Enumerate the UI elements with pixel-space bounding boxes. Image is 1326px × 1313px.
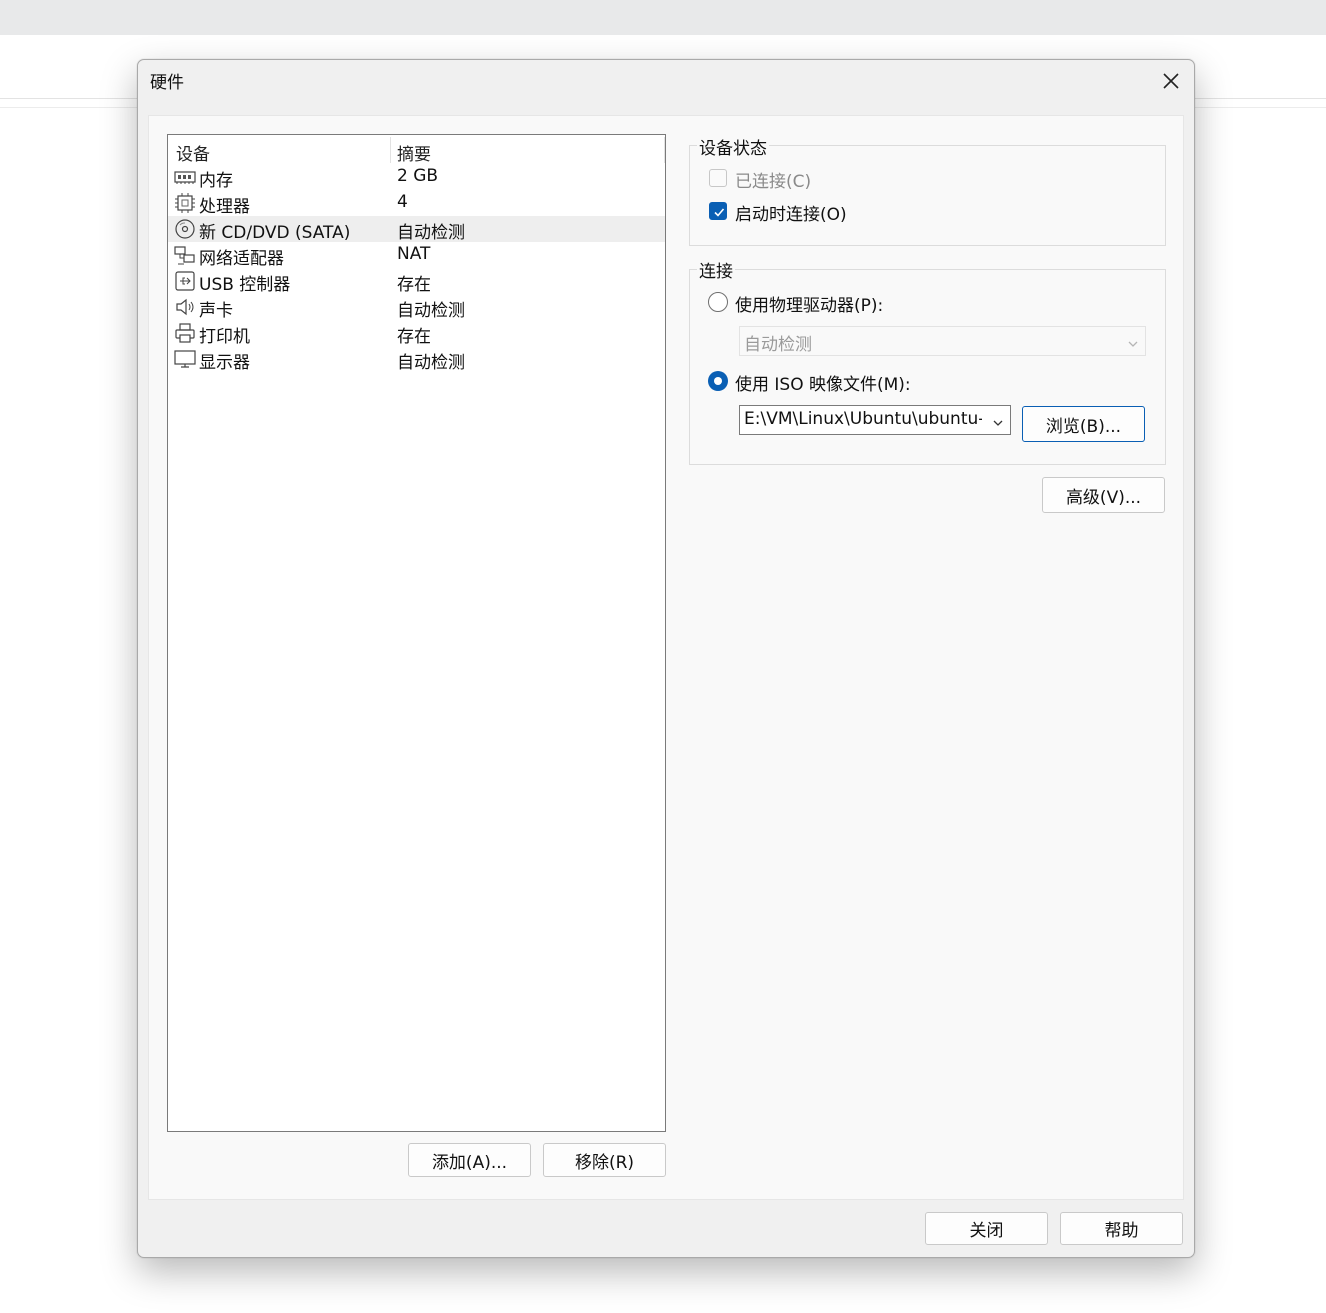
column-separator <box>390 137 391 163</box>
device-summary: 存在 <box>397 275 431 295</box>
dialog-content: 设备 摘要 内存 2 GB 处理器 4 新 CD/DVD (SATA) 自动检测… <box>148 115 1184 1200</box>
usb-icon <box>174 271 196 291</box>
browse-button[interactable]: 浏览(B)... <box>1022 406 1145 442</box>
memory-icon <box>174 167 196 187</box>
advanced-button[interactable]: 高级(V)... <box>1042 477 1165 513</box>
close-button[interactable]: 关闭 <box>925 1212 1048 1245</box>
device-row-sound-card[interactable]: 声卡 自动检测 <box>168 294 665 321</box>
iso-path-value: E:\VM\Linux\Ubuntu\ubuntu-2 <box>744 409 982 429</box>
device-name: 新 CD/DVD (SATA) <box>199 223 351 243</box>
device-name: USB 控制器 <box>199 275 291 295</box>
device-summary: 自动检测 <box>397 223 465 243</box>
device-row-display[interactable]: 显示器 自动检测 <box>168 346 665 373</box>
chevron-down-icon <box>1127 335 1139 355</box>
display-icon <box>174 349 196 369</box>
device-row-memory[interactable]: 内存 2 GB <box>168 164 665 191</box>
device-name: 内存 <box>199 171 233 191</box>
device-row-usb-controller[interactable]: USB 控制器 存在 <box>168 268 665 295</box>
iso-image-radio[interactable] <box>708 371 728 391</box>
device-row-printer[interactable]: 打印机 存在 <box>168 320 665 347</box>
remove-device-button[interactable]: 移除(R) <box>543 1143 666 1177</box>
device-name: 网络适配器 <box>199 249 284 269</box>
cd-dvd-icon <box>174 219 196 239</box>
physical-drive-label: 使用物理驱动器(P): <box>735 296 884 316</box>
dialog-title: 硬件 <box>150 73 184 93</box>
processor-icon <box>174 193 196 213</box>
device-name: 处理器 <box>199 197 250 217</box>
device-summary: 自动检测 <box>397 353 465 373</box>
iso-image-label: 使用 ISO 映像文件(M): <box>735 375 911 395</box>
close-icon[interactable] <box>1156 66 1186 96</box>
device-summary: 存在 <box>397 327 431 347</box>
help-button[interactable]: 帮助 <box>1060 1212 1183 1245</box>
device-list[interactable]: 设备 摘要 内存 2 GB 处理器 4 新 CD/DVD (SATA) 自动检测… <box>167 134 666 1132</box>
device-row-processor[interactable]: 处理器 4 <box>168 190 665 217</box>
device-row-network-adapter[interactable]: 网络适配器 NAT <box>168 242 665 269</box>
connect-at-power-on-checkbox[interactable] <box>709 202 727 220</box>
connect-at-power-on-label: 启动时连接(O) <box>735 205 847 225</box>
connected-label: 已连接(C) <box>735 172 812 192</box>
column-header-summary[interactable]: 摘要 <box>397 140 431 165</box>
device-row-cd-dvd[interactable]: 新 CD/DVD (SATA) 自动检测 <box>168 216 665 243</box>
physical-drive-dropdown: 自动检测 <box>739 326 1146 356</box>
physical-drive-value: 自动检测 <box>744 335 812 355</box>
sound-card-icon <box>174 297 196 317</box>
add-device-button[interactable]: 添加(A)... <box>408 1143 531 1177</box>
device-name: 显示器 <box>199 353 250 373</box>
column-header-device[interactable]: 设备 <box>176 140 210 165</box>
device-summary: NAT <box>397 244 431 264</box>
printer-icon <box>174 323 196 343</box>
device-status-legend: 设备状态 <box>697 134 769 159</box>
network-adapter-icon <box>174 245 196 265</box>
list-header: 设备 摘要 <box>168 135 665 165</box>
chevron-down-icon[interactable] <box>992 414 1004 434</box>
device-name: 声卡 <box>199 301 233 321</box>
device-name: 打印机 <box>199 327 250 347</box>
physical-drive-radio[interactable] <box>708 292 728 312</box>
device-summary: 4 <box>397 192 408 212</box>
hardware-dialog: 硬件 设备 摘要 内存 2 GB 处理器 4 新 CD/DVD (SATA) 自… <box>137 59 1195 1258</box>
column-separator <box>664 137 665 163</box>
background-app-strip <box>0 0 1326 35</box>
connected-checkbox[interactable] <box>709 169 727 187</box>
device-summary: 2 GB <box>397 166 439 186</box>
device-status-group <box>689 145 1166 246</box>
device-summary: 自动检测 <box>397 301 465 321</box>
iso-path-combobox[interactable]: E:\VM\Linux\Ubuntu\ubuntu-2 <box>739 405 1011 435</box>
connection-legend: 连接 <box>697 257 735 282</box>
